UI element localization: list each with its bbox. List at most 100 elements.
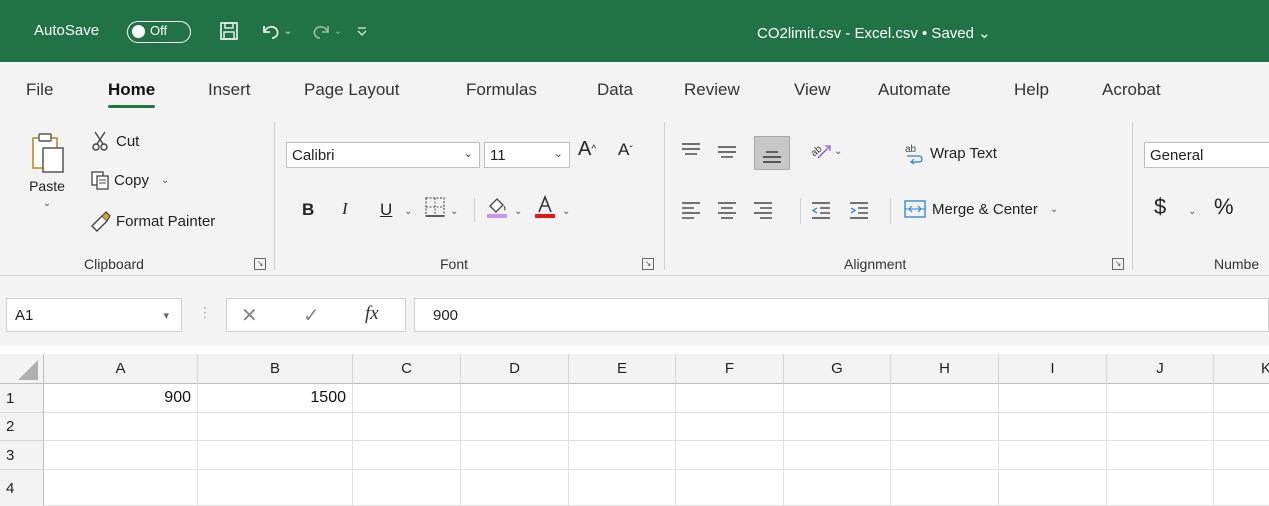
borders-button[interactable] — [424, 196, 446, 218]
cell-a1[interactable]: 900 — [44, 384, 198, 413]
cell-i2[interactable] — [999, 413, 1107, 441]
align-right-button[interactable] — [752, 198, 774, 220]
bottom-align-button[interactable] — [754, 136, 790, 170]
tab-help[interactable]: Help — [1014, 80, 1049, 100]
row-header-4[interactable]: 4 — [0, 470, 44, 506]
cell-g4[interactable] — [784, 470, 891, 506]
cell-j4[interactable] — [1107, 470, 1214, 506]
cell-c4[interactable] — [353, 470, 461, 506]
column-header-a[interactable]: A — [44, 354, 198, 384]
clipboard-launcher-icon[interactable]: ↘ — [254, 258, 266, 270]
cell-e4[interactable] — [569, 470, 676, 506]
merge-center-button[interactable]: Merge & Center ⌄ — [904, 198, 1058, 220]
cell-h3[interactable] — [891, 441, 999, 470]
cell-f3[interactable] — [676, 441, 784, 470]
alignment-launcher-icon[interactable]: ↘ — [1112, 258, 1124, 270]
percent-button[interactable]: % — [1214, 194, 1234, 220]
cell-g1[interactable] — [784, 384, 891, 413]
cell-k3[interactable] — [1214, 441, 1269, 470]
cell-j2[interactable] — [1107, 413, 1214, 441]
enter-icon[interactable]: ✓ — [303, 303, 320, 328]
tab-automate[interactable]: Automate — [878, 80, 951, 100]
cell-e3[interactable] — [569, 441, 676, 470]
column-header-i[interactable]: I — [999, 354, 1107, 384]
tab-file[interactable]: File — [26, 80, 53, 100]
row-header-3[interactable]: 3 — [0, 441, 44, 470]
cell-d1[interactable] — [461, 384, 569, 413]
tab-view[interactable]: View — [794, 80, 831, 100]
tab-insert[interactable]: Insert — [208, 80, 251, 100]
cell-j1[interactable] — [1107, 384, 1214, 413]
column-header-j[interactable]: J — [1107, 354, 1214, 384]
font-color-button[interactable] — [532, 194, 558, 220]
cell-f4[interactable] — [676, 470, 784, 506]
select-all-button[interactable] — [0, 354, 44, 384]
cell-d4[interactable] — [461, 470, 569, 506]
underline-button[interactable]: U — [380, 200, 392, 220]
cell-c1[interactable] — [353, 384, 461, 413]
italic-button[interactable]: I — [342, 199, 348, 219]
cell-k1[interactable] — [1214, 384, 1269, 413]
row-header-2[interactable]: 2 — [0, 413, 44, 441]
redo-icon[interactable]: ⌄ — [306, 18, 346, 44]
cell-e2[interactable] — [569, 413, 676, 441]
column-header-e[interactable]: E — [569, 354, 676, 384]
fill-color-dropdown-icon[interactable]: ⌄ — [514, 206, 522, 217]
tab-acrobat[interactable]: Acrobat — [1102, 80, 1161, 100]
cell-k2[interactable] — [1214, 413, 1269, 441]
cancel-icon[interactable]: ✕ — [241, 303, 258, 328]
number-format-combo[interactable]: General — [1144, 142, 1269, 168]
middle-align-button[interactable] — [716, 140, 738, 162]
tab-page-layout[interactable]: Page Layout — [304, 80, 399, 100]
paste-button[interactable]: Paste ⌄ — [22, 132, 72, 209]
cell-h2[interactable] — [891, 413, 999, 441]
font-color-dropdown-icon[interactable]: ⌄ — [562, 206, 570, 217]
customize-toolbar-icon[interactable] — [354, 18, 370, 44]
increase-indent-button[interactable] — [848, 198, 870, 220]
cell-g2[interactable] — [784, 413, 891, 441]
cell-a3[interactable] — [44, 441, 198, 470]
align-left-button[interactable] — [680, 198, 702, 220]
bold-button[interactable]: B — [302, 200, 314, 220]
cell-i3[interactable] — [999, 441, 1107, 470]
autosave-toggle[interactable]: Off — [127, 21, 191, 43]
column-header-h[interactable]: H — [891, 354, 999, 384]
undo-icon[interactable]: ⌄ — [256, 18, 296, 44]
cell-d2[interactable] — [461, 413, 569, 441]
cell-b2[interactable] — [198, 413, 353, 441]
format-painter-button[interactable]: Format Painter — [88, 210, 215, 232]
top-align-button[interactable] — [680, 140, 702, 162]
column-header-k[interactable]: K — [1214, 354, 1269, 384]
font-size-combo[interactable]: 11 ⌄ — [484, 142, 570, 168]
insert-function-icon[interactable]: fx — [365, 303, 379, 325]
decrease-indent-button[interactable] — [810, 198, 832, 220]
fill-color-button[interactable] — [484, 194, 510, 220]
column-header-g[interactable]: G — [784, 354, 891, 384]
tab-data[interactable]: Data — [597, 80, 633, 100]
font-name-combo[interactable]: Calibri ⌄ — [286, 142, 480, 168]
cell-f2[interactable] — [676, 413, 784, 441]
cell-e1[interactable] — [569, 384, 676, 413]
save-icon[interactable] — [216, 18, 242, 44]
cell-k4[interactable] — [1214, 470, 1269, 506]
font-launcher-icon[interactable]: ↘ — [642, 258, 654, 270]
underline-dropdown-icon[interactable]: ⌄ — [404, 206, 412, 217]
cell-b1[interactable]: 1500 — [198, 384, 353, 413]
wrap-text-button[interactable]: ab Wrap Text — [904, 142, 997, 164]
decrease-font-size-button[interactable]: Aˇ — [618, 140, 633, 160]
cell-f1[interactable] — [676, 384, 784, 413]
cell-b3[interactable] — [198, 441, 353, 470]
column-header-c[interactable]: C — [353, 354, 461, 384]
cell-c3[interactable] — [353, 441, 461, 470]
column-header-b[interactable]: B — [198, 354, 353, 384]
align-center-button[interactable] — [716, 198, 738, 220]
column-header-f[interactable]: F — [676, 354, 784, 384]
currency-button[interactable]: $ — [1154, 194, 1166, 220]
document-title[interactable]: CO2limit.csv - Excel.csv • Saved ⌄ — [757, 24, 991, 42]
formula-input[interactable]: 900 — [414, 298, 1269, 332]
cell-c2[interactable] — [353, 413, 461, 441]
column-header-d[interactable]: D — [461, 354, 569, 384]
copy-button[interactable]: Copy ⌄ — [90, 170, 169, 190]
cell-h1[interactable] — [891, 384, 999, 413]
cell-g3[interactable] — [784, 441, 891, 470]
